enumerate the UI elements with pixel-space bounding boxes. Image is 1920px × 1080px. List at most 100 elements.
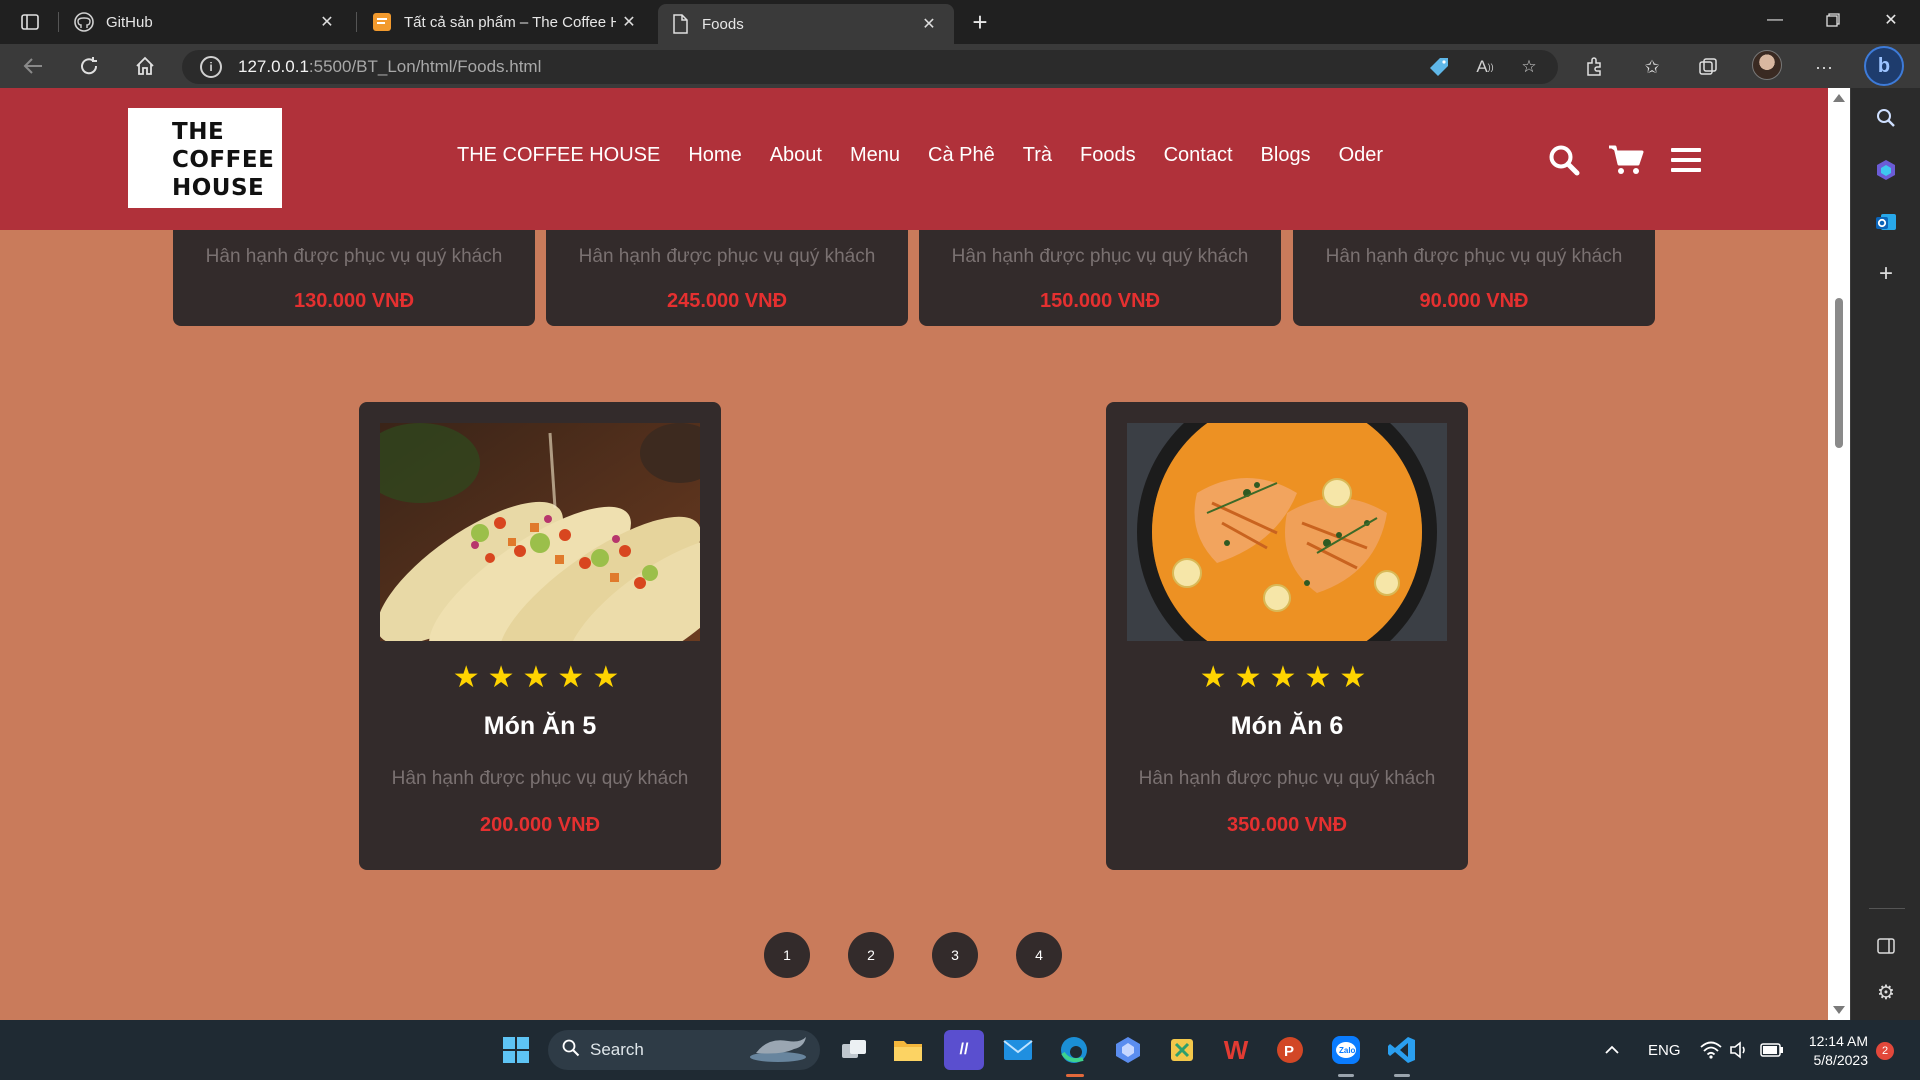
windows-start-icon[interactable]: [496, 1030, 536, 1070]
address-bar[interactable]: i 127.0.0.1:5500/BT_Lon/html/Foods.html: [182, 50, 1558, 84]
rating-stars: ★★★★★: [452, 661, 628, 694]
edge-browser-icon[interactable]: [1054, 1030, 1094, 1070]
nav-about[interactable]: About: [770, 144, 822, 167]
product-price: 350.000 VNĐ: [1226, 814, 1348, 836]
bing-chat-icon[interactable]: b: [1864, 46, 1904, 86]
site-info-icon[interactable]: i: [200, 56, 222, 78]
tab-github[interactable]: GitHub ✕: [62, 2, 352, 42]
page-button-4[interactable]: 4: [1016, 932, 1062, 978]
search-icon[interactable]: [1546, 142, 1582, 178]
sidebar-search-icon[interactable]: [1870, 102, 1902, 134]
page-scrollbar[interactable]: [1828, 88, 1850, 1020]
extensions-icon[interactable]: [1576, 50, 1612, 84]
search-highlight-dolphin-icon: [748, 1033, 812, 1068]
taskbar-clock[interactable]: 12:14 AM 5/8/2023: [1796, 1032, 1868, 1070]
running-indicator: [1394, 1074, 1410, 1077]
back-icon[interactable]: [16, 50, 50, 82]
product-description: Hân hạnh được phục vụ quý khách: [391, 768, 689, 789]
scroll-down-arrow-icon[interactable]: [1833, 1006, 1845, 1014]
collections-icon[interactable]: [1690, 50, 1726, 84]
add-favorite-icon[interactable]: ☆: [1512, 50, 1546, 84]
menu-bars-icon[interactable]: [1668, 142, 1704, 178]
zalo-icon[interactable]: Zalo: [1326, 1030, 1366, 1070]
product-card[interactable]: ★★★★★ Món Ăn 6 Hân hạnh được phục vụ quý…: [1106, 402, 1468, 870]
nav-oder[interactable]: Oder: [1339, 144, 1383, 167]
product-card[interactable]: ★★★★★ Món Ăn 5 Hân hạnh được phục vụ quý…: [359, 402, 721, 870]
discover-icon[interactable]: [1870, 154, 1902, 186]
more-options-icon[interactable]: ···: [1806, 50, 1842, 84]
scroll-up-arrow-icon[interactable]: [1833, 94, 1845, 102]
product-description: Hân hạnh được phục vụ quý khách: [205, 246, 503, 267]
battery-icon[interactable]: [1760, 1020, 1784, 1080]
powerpoint-icon[interactable]: P: [1270, 1030, 1310, 1070]
notification-badge[interactable]: 2: [1876, 1042, 1894, 1060]
search-label: Search: [590, 1040, 644, 1059]
minimize-icon[interactable]: —: [1746, 0, 1804, 40]
mail-icon[interactable]: [998, 1030, 1038, 1070]
product-description: Hân hạnh được phục vụ quý khách: [951, 246, 1249, 267]
product-description: Hân hạnh được phục vụ quý khách: [1138, 768, 1436, 789]
close-tab-icon[interactable]: ✕: [916, 11, 942, 37]
volume-icon[interactable]: [1730, 1020, 1750, 1080]
running-indicator: [1338, 1074, 1354, 1077]
refresh-icon[interactable]: [72, 50, 106, 82]
pagination: 1 2 3 4: [764, 932, 1100, 978]
favorites-icon[interactable]: ✩: [1634, 50, 1670, 84]
nav-tra[interactable]: Trà: [1023, 144, 1052, 167]
product-price: 200.000 VNĐ: [479, 814, 601, 836]
settings-gear-icon[interactable]: ⚙: [1870, 976, 1902, 1008]
vscode-icon[interactable]: [1382, 1030, 1422, 1070]
cart-icon[interactable]: [1608, 142, 1644, 178]
wifi-icon[interactable]: [1700, 1020, 1722, 1080]
add-sidebar-app-icon[interactable]: +: [1870, 258, 1902, 290]
tab-title: Foods: [702, 15, 744, 33]
nav-home[interactable]: Home: [688, 144, 741, 167]
file-explorer-icon[interactable]: [888, 1030, 928, 1070]
whiteboard-icon[interactable]: //: [944, 1030, 984, 1070]
nav-contact[interactable]: Contact: [1164, 144, 1233, 167]
taskbar-search[interactable]: Search: [548, 1030, 820, 1070]
restore-icon[interactable]: [1804, 0, 1862, 40]
browser-tab-bar: GitHub ✕ Tất cả sản phẩm – The Coffee Ho…: [0, 0, 1920, 44]
close-tab-icon[interactable]: ✕: [314, 9, 340, 35]
tab-foods[interactable]: Foods ✕: [658, 4, 954, 44]
read-aloud-icon[interactable]: A)): [1468, 50, 1502, 84]
nav-menu[interactable]: Menu: [850, 144, 900, 167]
language-indicator[interactable]: ENG: [1648, 1020, 1681, 1080]
nav-ca-phe[interactable]: Cà Phê: [928, 144, 995, 167]
home-icon[interactable]: [128, 50, 162, 82]
hide-sidebar-icon[interactable]: [1870, 930, 1902, 962]
tab-separator: [58, 12, 59, 32]
product-description: Hân hạnh được phục vụ quý khách: [1325, 246, 1623, 267]
nav-blogs[interactable]: Blogs: [1261, 144, 1311, 167]
tab-actions-icon[interactable]: [14, 8, 46, 36]
tab-coffee-house[interactable]: Tất cả sản phẩm – The Coffee Ho ✕: [360, 2, 654, 42]
shopping-tag-icon[interactable]: [1422, 50, 1456, 84]
page-viewport: Hân hạnh được phục vụ quý khách 130.000 …: [0, 88, 1828, 1020]
page-button-2[interactable]: 2: [848, 932, 894, 978]
show-hidden-icons[interactable]: [1604, 1020, 1620, 1080]
scrollbar-thumb[interactable]: [1835, 298, 1843, 448]
close-tab-icon[interactable]: ✕: [616, 9, 642, 35]
snipping-tool-icon[interactable]: [1162, 1030, 1202, 1070]
task-view-icon[interactable]: [834, 1030, 874, 1070]
nav-brand[interactable]: THE COFFEE HOUSE: [457, 144, 660, 167]
tab-title: GitHub: [106, 13, 153, 31]
page-button-1[interactable]: 1: [764, 932, 810, 978]
close-window-icon[interactable]: ✕: [1862, 0, 1920, 40]
site-logo[interactable]: THE COFFEE HOUSE: [128, 108, 282, 208]
product-description: Hân hạnh được phục vụ quý khách: [578, 246, 876, 267]
profile-avatar[interactable]: [1752, 50, 1782, 80]
new-tab-icon[interactable]: +: [964, 6, 996, 38]
rating-stars: ★★★★★: [1199, 661, 1375, 694]
page-button-3[interactable]: 3: [932, 932, 978, 978]
svg-text:Zalo: Zalo: [1339, 1046, 1356, 1055]
nav-foods[interactable]: Foods: [1080, 144, 1136, 167]
tab-separator: [356, 12, 357, 32]
copilot-app-icon[interactable]: [1108, 1030, 1148, 1070]
tab-title: Tất cả sản phẩm – The Coffee Ho: [404, 13, 616, 31]
wps-office-icon[interactable]: W: [1216, 1030, 1256, 1070]
outlook-icon[interactable]: [1870, 206, 1902, 238]
url-text[interactable]: 127.0.0.1:5500/BT_Lon/html/Foods.html: [238, 57, 541, 77]
edge-sidebar: + ⚙: [1850, 88, 1920, 1020]
